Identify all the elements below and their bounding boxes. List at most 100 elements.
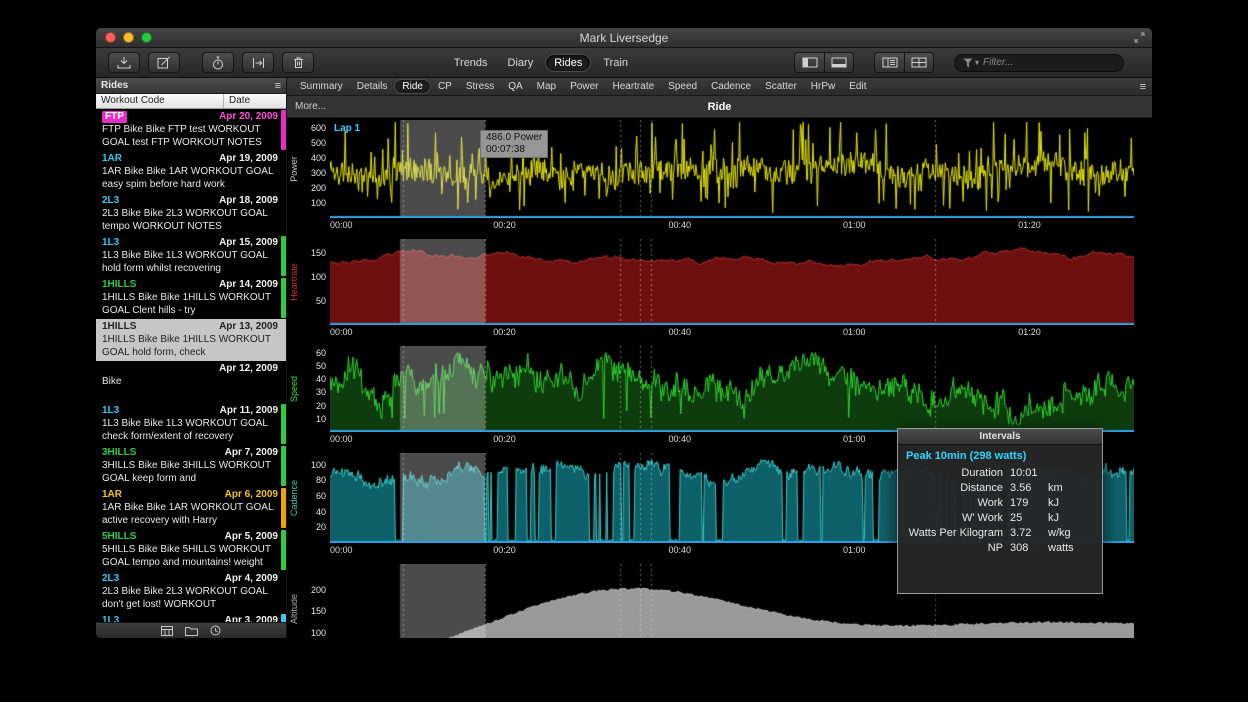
interval-metric-row: Duration10:01 (906, 466, 1094, 481)
ride-header-line: 3HILLSApr 7, 2009 (102, 447, 278, 459)
ride-date: Apr 4, 2009 (225, 573, 278, 585)
view-tab-trends[interactable]: Trends (446, 55, 496, 71)
tab-summary[interactable]: Summary (293, 80, 350, 93)
tab-scatter[interactable]: Scatter (758, 80, 804, 93)
expand-icon[interactable] (1134, 32, 1145, 43)
edit-button[interactable] (148, 52, 180, 73)
ride-date: Apr 5, 2009 (225, 531, 278, 543)
ride-list-item[interactable]: 1L3Apr 15, 20091L3 Bike Bike 1L3 WORKOUT… (96, 235, 286, 277)
xtick-label: 01:20 (1018, 327, 1041, 337)
rides-sidebar: Rides ≡ Workout Code Date FTPApr 20, 200… (96, 78, 287, 638)
heartrate-plot[interactable] (330, 239, 1134, 325)
ride-header-line: 5HILLS Apr 5, 2009 (102, 531, 278, 543)
hover-tooltip: 486.0 Power00:07:38 (480, 130, 548, 158)
ride-header-line: 1ARApr 6, 2009 (102, 489, 278, 501)
ride-list-item[interactable]: 1L3Apr 11, 20091L3 Bike Bike 1L3 WORKOUT… (96, 403, 286, 445)
ride-list-item[interactable]: FTPApr 20, 2009FTP Bike Bike FTP test WO… (96, 109, 286, 151)
tab-map[interactable]: Map (530, 80, 563, 93)
ride-workout-code: 5HILLS (102, 531, 136, 543)
speed-plot[interactable] (330, 346, 1134, 432)
intervals-button[interactable] (242, 52, 274, 73)
folder-icon[interactable] (185, 626, 198, 636)
download-icon (116, 56, 132, 69)
ytick-label: 60 (316, 348, 326, 358)
tab-speed[interactable]: Speed (661, 80, 704, 93)
tab-edit[interactable]: Edit (842, 80, 873, 93)
view-tab-diary[interactable]: Diary (500, 55, 542, 71)
ride-description: FTP Bike Bike FTP test WORKOUT GOAL test… (102, 123, 278, 149)
ride-list-item[interactable]: 1HILLSApr 14, 20091HILLS Bike Bike 1HILL… (96, 277, 286, 319)
tab-power[interactable]: Power (563, 80, 605, 93)
ride-list-item[interactable]: 1ARApr 19, 20091AR Bike Bike 1AR WORKOUT… (96, 151, 286, 193)
menu-icon[interactable]: ≡ (1140, 82, 1146, 92)
xtick-label: 01:00 (843, 545, 866, 555)
ride-list-item[interactable]: 2L3Apr 18, 20092L3 Bike Bike 2L3 WORKOUT… (96, 193, 286, 235)
ytick-label: 100 (311, 198, 326, 208)
tab-heartrate[interactable]: Heartrate (605, 80, 661, 93)
power-plot[interactable]: Lap 1 486.0 Power00:07:38 (330, 120, 1134, 218)
view-tab-train[interactable]: Train (595, 55, 636, 71)
column-header-date[interactable]: Date (224, 94, 286, 108)
intervals-icon (251, 57, 266, 69)
ride-workout-code: 1AR (102, 489, 122, 501)
heartrate-chart-row: Heartrate50100150 (287, 239, 1152, 325)
column-header-workout-code[interactable]: Workout Code (96, 94, 224, 108)
ride-header-line: 1HILLS Apr 13, 2009 (102, 321, 278, 333)
ride-header-line: 1L3Apr 11, 2009 (102, 405, 278, 417)
caret-down-icon[interactable]: ▾ (975, 58, 979, 67)
power-canvas[interactable] (330, 120, 1134, 218)
ride-date: Apr 13, 2009 (219, 321, 278, 333)
ride-list-item[interactable]: 1ARApr 6, 20091AR Bike Bike 1AR WORKOUT … (96, 487, 286, 529)
view-tab-rides[interactable]: Rides (545, 54, 591, 72)
lap-marker-label: Lap 1 (334, 123, 360, 134)
tab-ride[interactable]: Ride (394, 79, 431, 94)
ytick-label: 40 (316, 507, 326, 517)
ride-list-item[interactable]: Apr 12, 2009Bike (96, 361, 286, 403)
columns-view-button[interactable] (875, 53, 904, 72)
ride-date: Apr 18, 2009 (219, 195, 278, 207)
intervals-popup-title[interactable]: Intervals (898, 429, 1102, 445)
panel-left-button[interactable] (795, 53, 824, 72)
cadence-axis-label-text: Cadence (289, 480, 299, 516)
filter-field[interactable]: ▾ (954, 54, 1124, 72)
window-title: Mark Liversedge (96, 31, 1152, 45)
delete-button[interactable] (282, 52, 314, 73)
tab-qa[interactable]: QA (501, 80, 529, 93)
cadence-ytick-labels: 20406080100 (300, 453, 330, 543)
tab-cadence[interactable]: Cadence (704, 80, 758, 93)
tab-cp[interactable]: CP (431, 80, 459, 93)
sidebar-header: Rides ≡ (96, 78, 286, 94)
menu-icon[interactable]: ≡ (275, 81, 281, 91)
tab-details[interactable]: Details (350, 80, 395, 93)
stopwatch-icon (211, 56, 225, 70)
ride-list-item[interactable]: 5HILLSApr 5, 20095HILLS Bike Bike 5HILLS… (96, 529, 286, 571)
tab-stress[interactable]: Stress (459, 80, 501, 93)
grid-icon (911, 57, 927, 68)
speed-canvas[interactable] (330, 346, 1134, 432)
panel-bottom-button[interactable] (824, 53, 853, 72)
heartrate-canvas[interactable] (330, 239, 1134, 325)
ytick-label: 150 (311, 248, 326, 258)
ride-list-item[interactable]: 1L3Apr 3, 2009 (96, 613, 286, 622)
ytick-label: 200 (311, 183, 326, 193)
metric-label: Work (906, 496, 1010, 511)
view-style-segment (874, 52, 934, 73)
grid-view-button[interactable] (904, 53, 933, 72)
titlebar[interactable]: Mark Liversedge (96, 28, 1152, 48)
stopwatch-button[interactable] (202, 52, 234, 73)
metric-value: 10:01 (1010, 466, 1048, 481)
ride-list-item[interactable]: 3HILLSApr 7, 20093HILLS Bike Bike 3HILLS… (96, 445, 286, 487)
clock-icon[interactable] (210, 625, 221, 636)
tab-hrpw[interactable]: HrPw (804, 80, 842, 93)
ride-description: Bike (102, 375, 278, 401)
save-button[interactable] (108, 52, 140, 73)
ride-workout-code: 1HILLS (102, 321, 136, 333)
metric-label: Distance (906, 481, 1010, 496)
ride-description: 1HILLS Bike Bike 1HILLS WORKOUT GOAL Cle… (102, 291, 278, 317)
ride-list-item[interactable]: 2L3Apr 4, 20092L3 Bike Bike 2L3 WORKOUT … (96, 571, 286, 613)
ytick-label: 10 (316, 414, 326, 424)
table-icon[interactable] (161, 626, 173, 636)
filter-input[interactable] (983, 57, 1115, 68)
ride-header-line: 2L3Apr 4, 2009 (102, 573, 278, 585)
ride-list-item[interactable]: 1HILLSApr 13, 20091HILLS Bike Bike 1HILL… (96, 319, 286, 361)
